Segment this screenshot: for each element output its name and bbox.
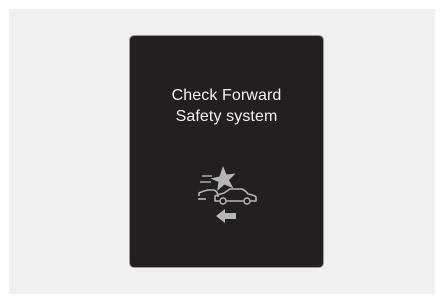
message-line-1: Check Forward [171,87,282,104]
forward-collision-warning-icon [198,166,257,223]
warning-message: Check Forward Safety system [130,85,323,127]
message-line-2: Safety system [175,108,278,125]
impact-star-icon [210,166,236,191]
cluster-display: Check Forward Safety system [129,35,324,268]
arrow-left-icon [216,209,236,223]
